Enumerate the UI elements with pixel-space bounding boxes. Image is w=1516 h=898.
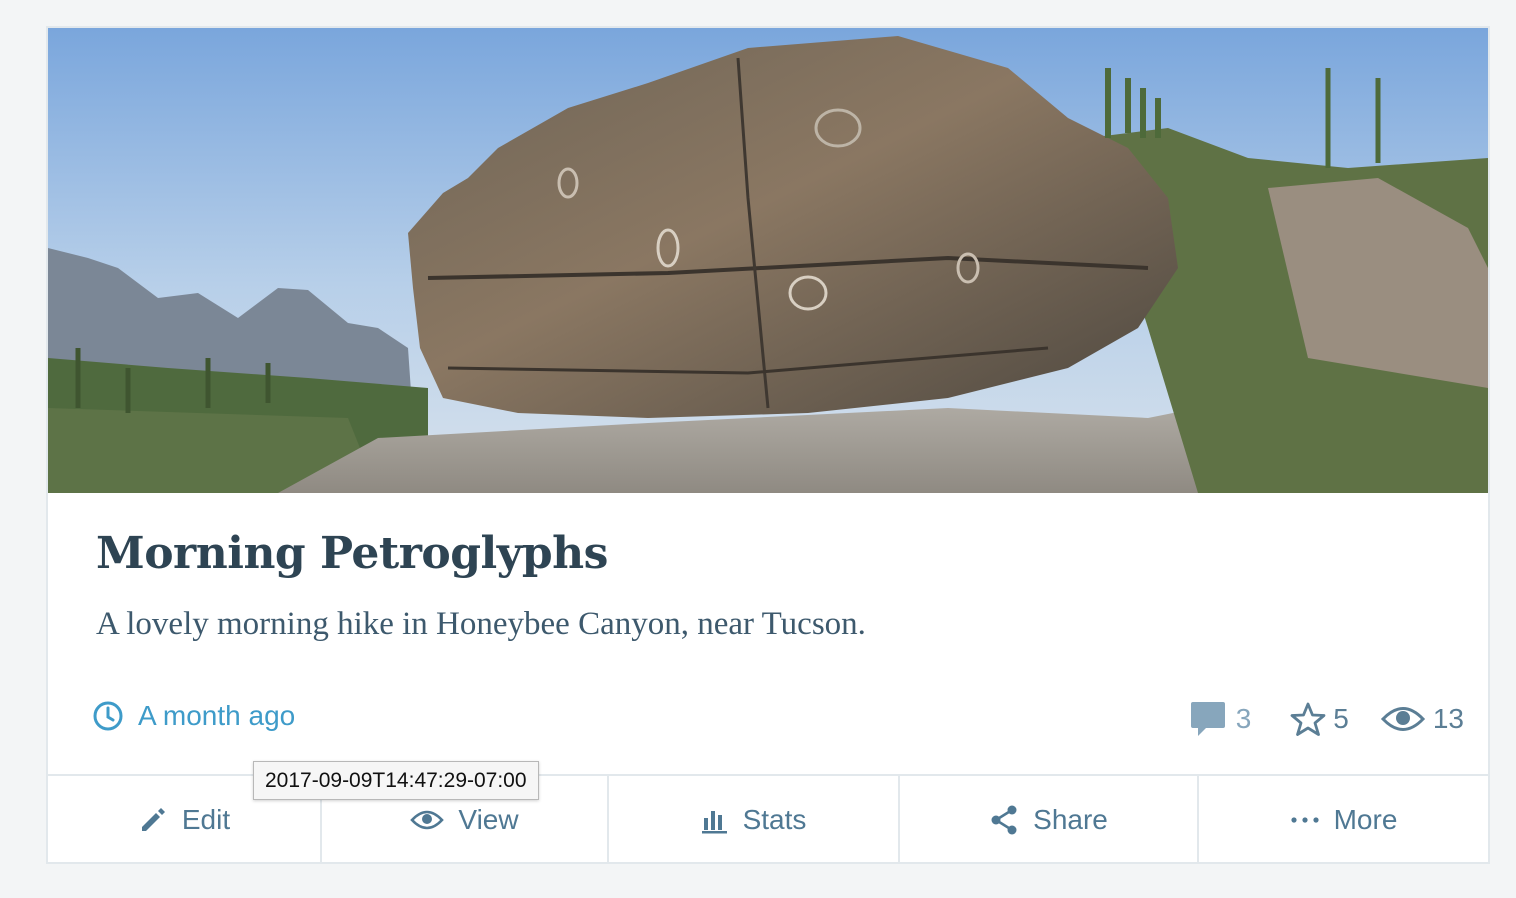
eye-icon [410, 810, 445, 830]
share-label: Share [1033, 804, 1108, 835]
more-label: More [1333, 804, 1398, 835]
stats-button[interactable]: Stats [609, 776, 900, 864]
likes-count: 5 [1333, 703, 1349, 734]
stats-label: Stats [742, 804, 807, 835]
date-tooltip: 2017-09-09T14:47:29-07:00 [253, 761, 539, 800]
comment-icon [1190, 702, 1225, 736]
view-label: View [458, 804, 519, 835]
post-date-label[interactable]: A month ago [138, 700, 295, 732]
more-button[interactable]: More [1199, 776, 1488, 864]
post-excerpt: A lovely morning hike in Honeybee Canyon… [96, 606, 866, 642]
views-count: 13 [1432, 703, 1464, 734]
share-button[interactable]: Share [900, 776, 1199, 864]
post-card: Morning Petroglyphs A lovely morning hik… [46, 26, 1490, 864]
post-stats: 3 5 13 [1188, 700, 1464, 738]
comments-stat[interactable]: 3 [1188, 700, 1252, 738]
views-stat[interactable]: 13 [1380, 703, 1464, 735]
pencil-icon [141, 808, 165, 831]
likes-stat[interactable]: 5 [1289, 701, 1349, 737]
comments-count: 3 [1235, 703, 1252, 734]
post-featured-image[interactable] [48, 28, 1488, 493]
edit-label: Edit [181, 804, 231, 835]
post-title[interactable]: Morning Petroglyphs [96, 528, 608, 579]
ellipsis-icon [1290, 817, 1319, 823]
eye-icon [1380, 707, 1425, 731]
star-icon [1290, 702, 1326, 736]
bar-chart-icon [701, 811, 727, 834]
share-icon [991, 805, 1017, 835]
clock-icon [93, 701, 123, 731]
post-date[interactable]: A month ago [92, 700, 295, 732]
